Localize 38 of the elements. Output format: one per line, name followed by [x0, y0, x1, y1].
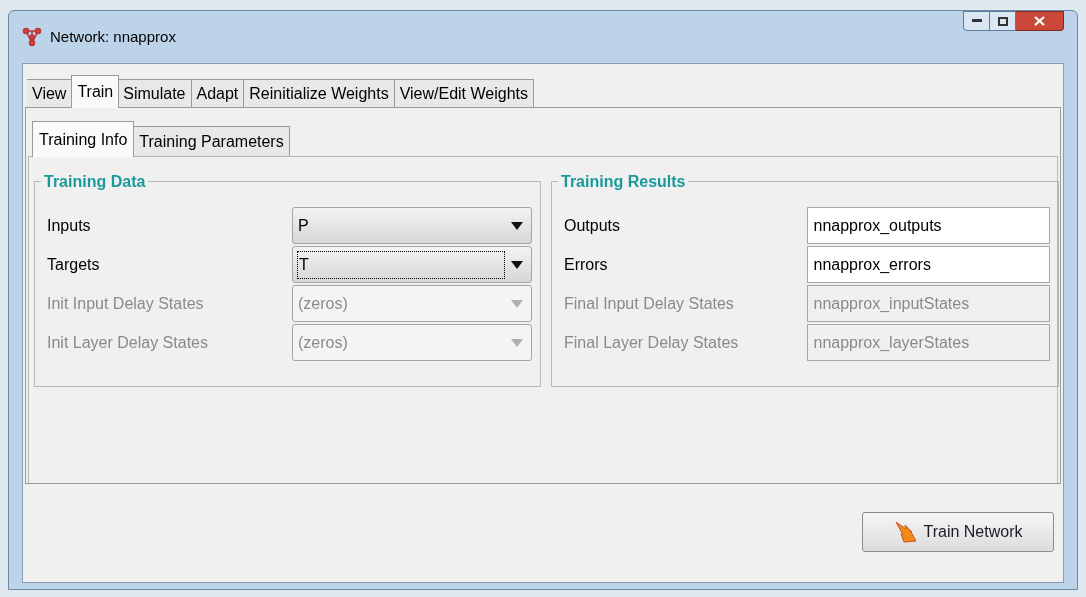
subtab[interactable]: Training Parameters — [134, 126, 290, 156]
tab[interactable]: Adapt — [191, 79, 245, 107]
field-label: Init Input Delay States — [47, 293, 205, 314]
text-field[interactable]: nnapprox_outputs — [807, 207, 1050, 244]
caret-icon — [511, 338, 523, 347]
dropdown[interactable]: T — [292, 246, 532, 283]
train-network-button[interactable]: Train Network — [862, 512, 1054, 552]
field-label: Final Input Delay States — [564, 293, 735, 314]
flame-arrow-icon — [893, 521, 918, 543]
subtab[interactable]: Training Info — [32, 121, 135, 157]
caret-icon — [511, 299, 523, 308]
minimize-icon — [971, 19, 982, 23]
window-title: Network: nnapprox — [50, 26, 176, 47]
tab[interactable]: Train — [71, 75, 120, 108]
dropdown[interactable]: P — [292, 207, 532, 244]
tab[interactable]: Reinitialize Weights — [244, 79, 395, 107]
field-label: Outputs — [564, 215, 622, 236]
close-icon — [1034, 16, 1045, 26]
field-label: Targets — [47, 254, 101, 275]
tab[interactable]: View — [27, 79, 73, 107]
maximize-button[interactable] — [990, 11, 1016, 31]
minimize-button[interactable] — [963, 11, 990, 31]
close-button[interactable] — [1016, 11, 1064, 31]
dropdown-value: (zeros) — [297, 293, 349, 314]
dropdown-value: (zeros) — [297, 332, 349, 353]
text-field[interactable]: nnapprox_errors — [807, 246, 1050, 283]
maximize-icon — [997, 16, 1008, 26]
field-label: Final Layer Delay States — [564, 332, 740, 353]
caret-icon — [511, 260, 523, 269]
field-label: Inputs — [47, 215, 92, 236]
dropdown-value: T — [297, 250, 505, 279]
tab[interactable]: Simulate — [118, 79, 192, 107]
field-label: Init Layer Delay States — [47, 332, 209, 353]
network-icon — [22, 27, 42, 47]
caret-icon — [511, 221, 523, 230]
dropdown-value: P — [297, 215, 310, 236]
tab[interactable]: View/Edit Weights — [394, 79, 534, 107]
field-label: Errors — [564, 254, 609, 275]
